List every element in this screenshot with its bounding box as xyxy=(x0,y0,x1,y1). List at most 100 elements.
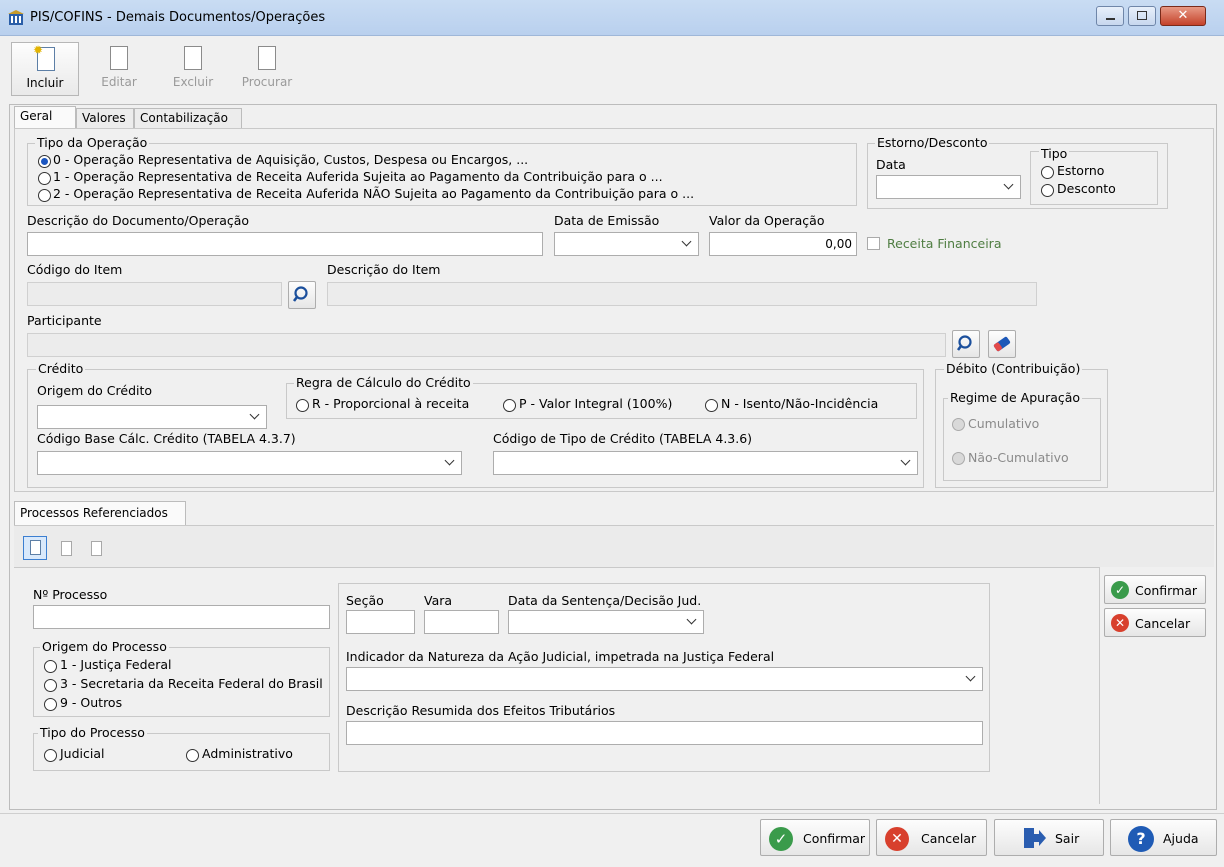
valor-input[interactable]: 0,00 xyxy=(709,232,857,256)
administrativo-label: Administrativo xyxy=(202,746,293,761)
search-icon xyxy=(292,286,308,302)
tipo-1-radio[interactable] xyxy=(38,172,51,185)
footer-divider xyxy=(0,813,1224,814)
estorno-radio[interactable] xyxy=(1041,166,1054,179)
tab-contabilizacao[interactable]: Contabilização xyxy=(134,108,242,128)
codigo-item-input[interactable] xyxy=(27,282,282,306)
confirmar-button[interactable]: ✓ Confirmar xyxy=(760,819,870,856)
maximize-button[interactable] xyxy=(1128,6,1156,26)
cancel-icon: ✕ xyxy=(1111,614,1129,632)
judicial-label: Judicial xyxy=(60,746,105,761)
vara-label: Vara xyxy=(424,593,453,608)
indicador-combo[interactable] xyxy=(346,667,983,691)
origem-3-label: 3 - Secretaria da Receita Federal do Bra… xyxy=(60,676,323,691)
sair-button[interactable]: Sair xyxy=(994,819,1104,856)
participante-label: Participante xyxy=(27,313,102,328)
valor-label: Valor da Operação xyxy=(709,213,825,228)
new-document-icon xyxy=(30,540,41,555)
efeitos-label: Descrição Resumida dos Efeitos Tributári… xyxy=(346,703,616,718)
tipo-0-radio[interactable] xyxy=(38,155,51,168)
regra-n-label: N - Isento/Não-Incidência xyxy=(721,396,879,411)
processo-confirmar-button[interactable]: ✓ Confirmar xyxy=(1104,575,1206,604)
check-icon: ✓ xyxy=(1111,581,1129,599)
data-sentenca-label: Data da Sentença/Decisão Jud. xyxy=(508,593,702,608)
receita-financeira-checkbox[interactable] xyxy=(867,237,880,250)
origem-3-radio[interactable] xyxy=(44,679,57,692)
procurar-button[interactable]: Procurar xyxy=(233,42,301,96)
tipo-processo-legend: Tipo do Processo xyxy=(38,725,147,740)
desconto-label: Desconto xyxy=(1057,181,1116,196)
receita-financeira-label: Receita Financeira xyxy=(887,236,1002,251)
origem-9-label: 9 - Outros xyxy=(60,695,123,710)
base-calculo-combo[interactable] xyxy=(37,451,462,475)
tipo-2-radio[interactable] xyxy=(38,189,51,202)
origem-9-radio[interactable] xyxy=(44,698,57,711)
incluir-button[interactable]: ✹ Incluir xyxy=(11,42,79,96)
cancel-icon: ✕ xyxy=(885,827,909,851)
nao-cumulativo-label: Não-Cumulativo xyxy=(968,450,1069,465)
excluir-button[interactable]: Excluir xyxy=(159,42,227,96)
descricao-item-input[interactable] xyxy=(327,282,1037,306)
regra-p-radio[interactable] xyxy=(503,399,516,412)
participante-search-button[interactable] xyxy=(952,330,980,358)
cancelar-button[interactable]: ✕ Cancelar xyxy=(876,819,987,856)
tab-valores[interactable]: Valores xyxy=(76,108,134,128)
origem-credito-combo[interactable] xyxy=(37,405,267,429)
processo-editar-button[interactable] xyxy=(56,538,78,560)
tipo-credito-combo[interactable] xyxy=(493,451,918,475)
regra-r-radio[interactable] xyxy=(296,399,309,412)
tipo-0-label: 0 - Operação Representativa de Aquisição… xyxy=(53,152,529,167)
close-button[interactable]: ✕ xyxy=(1160,6,1206,26)
processos-toolbar xyxy=(14,525,1214,567)
codigo-item-search-button[interactable] xyxy=(288,281,316,309)
efeitos-input[interactable] xyxy=(346,721,983,745)
delete-document-icon xyxy=(91,541,102,556)
origem-1-radio[interactable] xyxy=(44,660,57,673)
cumulativo-radio[interactable] xyxy=(952,418,965,431)
regra-p-label: P - Valor Integral (100%) xyxy=(519,396,673,411)
descricao-input[interactable] xyxy=(27,232,543,256)
regime-apuracao-group xyxy=(943,398,1101,481)
numero-processo-input[interactable] xyxy=(33,605,330,629)
regra-n-radio[interactable] xyxy=(705,399,718,412)
estorno-label: Estorno xyxy=(1057,163,1105,178)
title-bar: PIS/COFINS - Demais Documentos/Operações… xyxy=(0,0,1224,36)
processo-cancelar-button[interactable]: ✕ Cancelar xyxy=(1104,608,1206,637)
tipo-2-label: 2 - Operação Representativa de Receita A… xyxy=(53,186,695,201)
minimize-button[interactable] xyxy=(1096,6,1124,26)
desconto-radio[interactable] xyxy=(1041,184,1054,197)
nao-cumulativo-radio[interactable] xyxy=(952,452,965,465)
new-document-icon: ✹ xyxy=(33,43,55,71)
processo-excluir-button[interactable] xyxy=(86,538,108,560)
processo-incluir-button[interactable] xyxy=(23,536,47,560)
vara-input[interactable] xyxy=(424,610,499,634)
search-document-icon xyxy=(258,46,276,70)
tab-geral[interactable]: Geral xyxy=(14,106,76,128)
secao-label: Seção xyxy=(346,593,384,608)
participante-input[interactable] xyxy=(27,333,946,357)
edit-document-icon xyxy=(110,46,128,70)
estorno-data-combo[interactable] xyxy=(876,175,1021,199)
search-icon xyxy=(956,335,972,351)
tipo-1-label: 1 - Operação Representativa de Receita A… xyxy=(53,169,663,184)
estorno-legend: Estorno/Desconto xyxy=(875,135,990,150)
ajuda-button[interactable]: ? Ajuda xyxy=(1110,819,1217,856)
data-emissao-combo[interactable] xyxy=(554,232,699,256)
indicador-label: Indicador da Natureza da Ação Judicial, … xyxy=(346,649,775,664)
descricao-item-label: Descrição do Item xyxy=(327,262,441,277)
tab-processos-referenciados[interactable]: Processos Referenciados xyxy=(14,501,186,525)
data-sentenca-combo[interactable] xyxy=(508,610,704,634)
base-calculo-label: Código Base Cálc. Crédito (TABELA 4.3.7) xyxy=(37,431,296,446)
codigo-item-label: Código do Item xyxy=(27,262,123,277)
debito-legend: Débito (Contribuição) xyxy=(944,361,1083,376)
judicial-radio[interactable] xyxy=(44,749,57,762)
app-icon xyxy=(8,10,24,26)
participante-clear-button[interactable] xyxy=(988,330,1016,358)
help-icon: ? xyxy=(1128,826,1154,852)
secao-input[interactable] xyxy=(346,610,415,634)
editar-button[interactable]: Editar xyxy=(85,42,153,96)
eraser-icon xyxy=(993,336,1011,352)
estorno-data-label: Data xyxy=(876,157,906,172)
exit-icon xyxy=(1024,828,1046,848)
administrativo-radio[interactable] xyxy=(186,749,199,762)
